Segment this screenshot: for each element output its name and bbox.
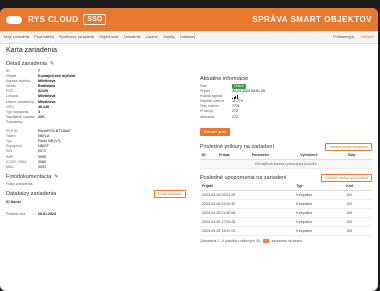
col-id[interactable]: ID xyxy=(200,150,218,160)
table-row: 2023-04-26 05:51:25 Keepalive 100 xyxy=(200,190,372,200)
photo-heading: Fotodokumentácia ✎ xyxy=(6,173,59,180)
table-row: 2023-04-25 13:57:02 Keepalive 100 xyxy=(200,226,372,236)
top-bar: RYS CLOUD SSO SPRÁVA SMART OBJEKTOV xyxy=(0,8,378,31)
page-size-select[interactable]: 5 xyxy=(262,238,269,243)
col-type[interactable]: Typ xyxy=(294,181,345,191)
edit-pencil-icon[interactable]: ✎ xyxy=(54,174,58,180)
current-info-heading: Aktuálne informácie xyxy=(200,76,249,82)
col-received[interactable]: Prijaté xyxy=(200,181,295,191)
empty-table-text: Nenájdená žiadna vyhovujúca položka xyxy=(200,159,372,169)
menu-item-system-devices[interactable]: Systémové zariadenia xyxy=(59,35,94,39)
device-detail-panel: Detail zariadenia ✎ ID 7 Objekt Kontajnero… xyxy=(6,61,186,217)
table-row: Nenájdená žiadna vyhovujúca položka xyxy=(200,159,372,169)
databases-heading: Databázy zariadenia Pridať databázu xyxy=(6,189,186,198)
commands-table: ID Príkaz Parameter Vytvorené Stav Nenáj… xyxy=(200,150,372,169)
add-database-button[interactable]: Pridať databázu xyxy=(153,189,186,198)
page-title: Karta zariadenia xyxy=(6,47,57,54)
app-window: RYS CLOUD SSO SPRÁVA SMART OBJEKTOV Moje… xyxy=(0,8,378,291)
show-graphs-button[interactable]: Zobraziť grafy xyxy=(200,127,231,136)
menu-item-organizations[interactable]: Organizácie xyxy=(99,35,118,39)
menu-item-objects[interactable]: Objekty xyxy=(163,35,175,39)
show-all-alerts-button[interactable]: Zobraziť všetky upozornenia xyxy=(321,173,372,182)
brand-name: RYS CLOUD xyxy=(28,15,79,24)
menu-item-locations[interactable]: Lokácie xyxy=(145,35,157,39)
table-row: 2023-04-25 17:53:28 Keepalive 100 xyxy=(200,217,372,227)
main-content: Karta zariadenia Detail zariadenia ✎ ID 7… xyxy=(0,44,378,291)
table-header-row: Prijaté Typ Kód xyxy=(200,181,372,191)
sso-badge: SSO xyxy=(83,14,107,25)
alerts-heading: Posledné upozornenia na zariadení Zobraz… xyxy=(200,173,372,182)
device-hw-fields: RYS ID RicohRYS-BT-N8aI7 Token N8YLA Typ Ri… xyxy=(6,129,186,170)
profile-link[interactable]: Prihlásený(á) xyxy=(333,35,354,39)
user-menu: Prihlásený(á) Odhlásiť xyxy=(327,35,374,39)
table-row: 2023-04-26 01:51:40 Keepalive 100 xyxy=(200,199,372,209)
alerts-table: Prijaté Typ Kód 2023-04-26 05:51:25 Keepa… xyxy=(200,181,372,236)
col-code[interactable]: Kód xyxy=(344,181,372,191)
commands-heading: Posledné príkazy na zariadení Odoslať pr… xyxy=(200,142,372,151)
table-header-row: ID Príkaz Parameter Vytvorené Stav xyxy=(200,150,372,160)
pager-suffix: záznamov na stranu xyxy=(271,238,303,243)
menu-item-databases[interactable]: Databázy xyxy=(180,35,195,39)
menu-item-devices[interactable]: Zariadenia xyxy=(124,35,141,39)
added-row: Pridané dňa 26.01.2023 xyxy=(6,211,56,216)
main-menu: Moje zariadenia Používatelia Systémové z… xyxy=(0,31,378,44)
table-row: 2023-04-25 21:50:58 Keepalive 100 xyxy=(200,208,372,218)
col-created[interactable]: Vytvorené xyxy=(298,150,346,160)
app-title: SPRÁVA SMART OBJEKTOV xyxy=(252,15,372,24)
field-row: Aktivácie 272 xyxy=(200,114,238,119)
pager-info: Zobrazená 1 - 5 položka z celkových 30 xyxy=(200,238,260,243)
col-parameter[interactable]: Parameter xyxy=(249,150,299,160)
menu-item-users[interactable]: Používatelia xyxy=(34,35,54,39)
device-fields: ID 7 Objekt Kontajnerové mýtiská Adresa ob… xyxy=(6,69,186,125)
menu-item-my-devices[interactable]: Moje zariadenia xyxy=(4,35,29,39)
cloud-logo-icon xyxy=(6,15,22,24)
pagination: Zobrazená 1 - 5 položka z celkových 30 5… xyxy=(200,238,372,243)
edit-pencil-icon[interactable]: ✎ xyxy=(50,61,54,67)
col-status[interactable]: Stav xyxy=(345,150,372,160)
send-command-button[interactable]: Odoslať príkaz zariadeniu xyxy=(325,142,372,151)
device-detail-heading: Detail zariadenia ✎ xyxy=(6,61,55,67)
col-command[interactable]: Príkaz xyxy=(217,150,250,160)
current-info-panel: Aktuálne informácie Stav Online Prijaté 26… xyxy=(200,76,372,243)
logout-link[interactable]: Odhlásiť xyxy=(360,35,374,39)
